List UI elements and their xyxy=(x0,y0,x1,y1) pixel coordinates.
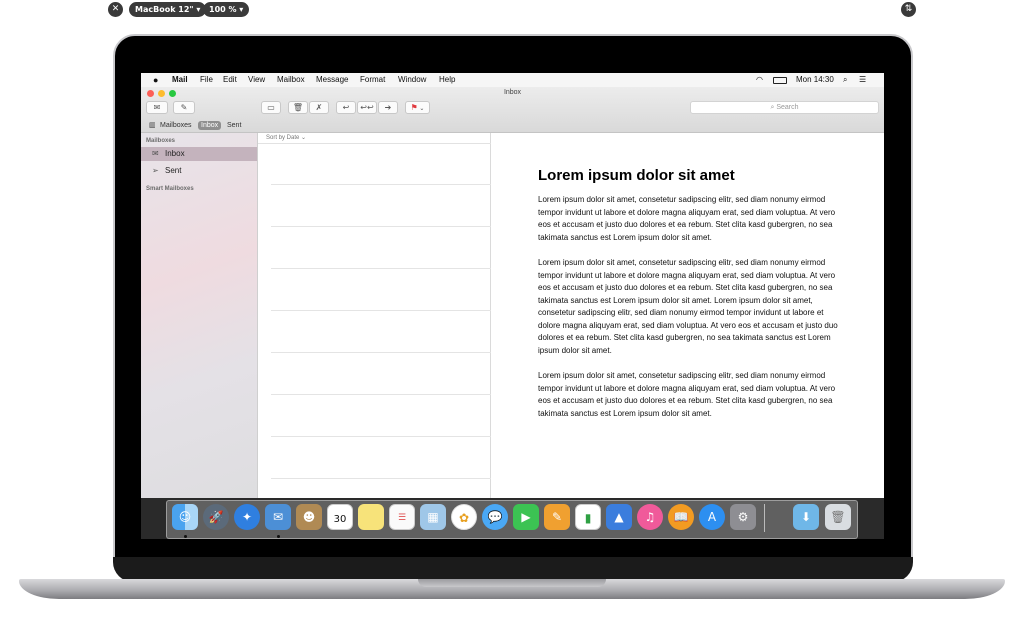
compose-button[interactable]: ✎ xyxy=(173,101,195,114)
numbers-icon[interactable]: ▮ xyxy=(575,504,601,530)
favorites-bar: ▥ Mailboxes Inbox Sent xyxy=(141,119,884,133)
close-preview-icon[interactable]: ✕ xyxy=(108,2,123,17)
calendar-day: 30 xyxy=(333,514,347,525)
list-item-divider xyxy=(271,226,491,227)
menu-app-name[interactable]: Mail xyxy=(172,73,188,87)
launchpad-icon[interactable]: 🚀 xyxy=(203,504,229,530)
sidebar-item-inbox[interactable]: ✉ Inbox xyxy=(141,147,257,161)
reply-icon: ↩ xyxy=(342,103,350,112)
paper-plane-icon: ➢ xyxy=(152,166,159,175)
safari-icon[interactable]: ✦ xyxy=(234,504,260,530)
message-list: Sort by Date ⌄ xyxy=(258,133,491,539)
app-store-icon[interactable]: A xyxy=(699,504,725,530)
facetime-icon[interactable]: ▶ xyxy=(513,504,539,530)
mail-running-indicator xyxy=(277,535,280,538)
photos-icon[interactable]: ✿ xyxy=(451,504,477,530)
list-item-divider xyxy=(271,394,491,395)
rotate-device-icon[interactable]: ⇅ xyxy=(901,2,916,17)
trash-icon[interactable]: 🗑 xyxy=(825,504,851,530)
list-item-divider xyxy=(271,310,491,311)
search-placeholder: Search xyxy=(776,104,799,111)
menu-bar: ● Mail File Edit View Mailbox Message Fo… xyxy=(141,73,884,87)
flag-icon: ⚑ xyxy=(410,103,418,112)
favorites-mailboxes[interactable]: Mailboxes xyxy=(160,119,192,133)
sort-by-date-button[interactable]: Sort by Date ⌄ xyxy=(258,133,491,144)
finder-icon[interactable]: ☺ xyxy=(172,504,198,530)
sidebar-toggle-icon[interactable]: ▥ xyxy=(149,119,156,133)
notes-icon[interactable] xyxy=(358,504,384,530)
message-paragraph: Lorem ipsum dolor sit amet, consetetur s… xyxy=(538,258,838,355)
reminders-icon[interactable]: ☰ xyxy=(389,504,415,530)
menu-message[interactable]: Message xyxy=(316,73,348,87)
sidebar-item-sent[interactable]: ➢ Sent xyxy=(141,164,257,178)
messages-icon[interactable]: 💬 xyxy=(482,504,508,530)
laptop-notch xyxy=(418,579,606,587)
spotlight-icon[interactable]: ⌕ xyxy=(843,73,847,87)
ibooks-icon[interactable]: 📖 xyxy=(668,504,694,530)
sidebar-header-mailboxes: Mailboxes xyxy=(146,138,176,144)
menu-edit[interactable]: Edit xyxy=(223,73,237,87)
get-mail-button[interactable]: ✉ xyxy=(146,101,168,114)
list-item-divider xyxy=(271,436,491,437)
search-input[interactable]: ⌕ Search xyxy=(690,101,879,114)
delete-button[interactable]: 🗑 xyxy=(288,101,308,114)
photo-booth-icon[interactable]: ▦ xyxy=(420,504,446,530)
itunes-icon[interactable]: ♫ xyxy=(637,504,663,530)
window-title: Inbox xyxy=(503,89,522,96)
archive-button[interactable]: ▭ xyxy=(261,101,281,114)
downloads-folder-icon[interactable]: ⬇ xyxy=(793,504,819,530)
sidebar-item-label: Inbox xyxy=(165,149,185,158)
message-viewer: Lorem ipsum dolor sit amet Lorem ipsum d… xyxy=(491,133,884,539)
inbox-icon: ✉ xyxy=(152,149,159,158)
forward-button[interactable]: ➔ xyxy=(378,101,398,114)
clock[interactable]: Mon 14:30 xyxy=(796,73,834,87)
trash-icon: 🗑 xyxy=(292,103,304,112)
archive-icon: ▭ xyxy=(267,103,275,112)
list-item-divider xyxy=(271,268,491,269)
message-paragraph: Lorem ipsum dolor sit amet, consetetur s… xyxy=(538,195,836,242)
sidebar-header-smart-mailboxes: Smart Mailboxes xyxy=(146,186,194,192)
wifi-icon[interactable]: ◠ xyxy=(756,73,763,87)
finder-running-indicator xyxy=(184,535,187,538)
battery-icon[interactable] xyxy=(773,77,787,84)
menu-file[interactable]: File xyxy=(200,73,213,87)
dock-divider xyxy=(764,504,765,532)
zoom-select[interactable]: 100 % ▾ xyxy=(203,2,250,17)
list-item-divider xyxy=(271,352,491,353)
junk-button[interactable]: ✗ xyxy=(309,101,329,114)
menu-format[interactable]: Format xyxy=(360,73,385,87)
menu-mailbox[interactable]: Mailbox xyxy=(277,73,305,87)
reply-all-icon: ↩↩ xyxy=(360,103,374,112)
compose-icon: ✎ xyxy=(180,103,188,112)
contacts-icon[interactable]: ☻ xyxy=(296,504,322,530)
menu-window[interactable]: Window xyxy=(398,73,426,87)
screen: ● Mail File Edit View Mailbox Message Fo… xyxy=(141,73,884,539)
flag-button[interactable]: ⚑ ⌄ xyxy=(405,101,430,114)
message-paragraph: Lorem ipsum dolor sit amet, consetetur s… xyxy=(538,371,836,418)
list-item-divider xyxy=(271,184,491,185)
chevron-down-icon: ⌄ xyxy=(417,106,425,112)
menu-help[interactable]: Help xyxy=(439,73,455,87)
system-preferences-icon[interactable]: ⚙ xyxy=(730,504,756,530)
favorites-inbox[interactable]: Inbox xyxy=(198,121,222,130)
reply-button[interactable]: ↩ xyxy=(336,101,356,114)
favorites-sent[interactable]: Sent xyxy=(227,119,241,133)
junk-icon: ✗ xyxy=(315,103,323,112)
device-select[interactable]: MacBook 12" ▾ xyxy=(129,2,207,17)
reply-all-button[interactable]: ↩↩ xyxy=(357,101,377,114)
notification-center-icon[interactable]: ☰ xyxy=(859,73,866,87)
list-item-divider xyxy=(271,478,491,479)
menu-view[interactable]: View xyxy=(248,73,265,87)
forward-icon: ➔ xyxy=(384,103,392,112)
sidebar: Mailboxes ✉ Inbox ➢ Sent Smart Mailboxes xyxy=(141,133,258,539)
apple-icon[interactable]: ● xyxy=(153,73,158,87)
envelope-icon: ✉ xyxy=(153,103,161,112)
keynote-icon[interactable]: ▲ xyxy=(606,504,632,530)
message-subject: Lorem ipsum dolor sit amet xyxy=(538,167,735,184)
calendar-icon[interactable]: 30 xyxy=(327,504,353,530)
pages-icon[interactable]: ✎ xyxy=(544,504,570,530)
mail-icon[interactable]: ✉ xyxy=(265,504,291,530)
sidebar-item-label: Sent xyxy=(165,166,182,175)
